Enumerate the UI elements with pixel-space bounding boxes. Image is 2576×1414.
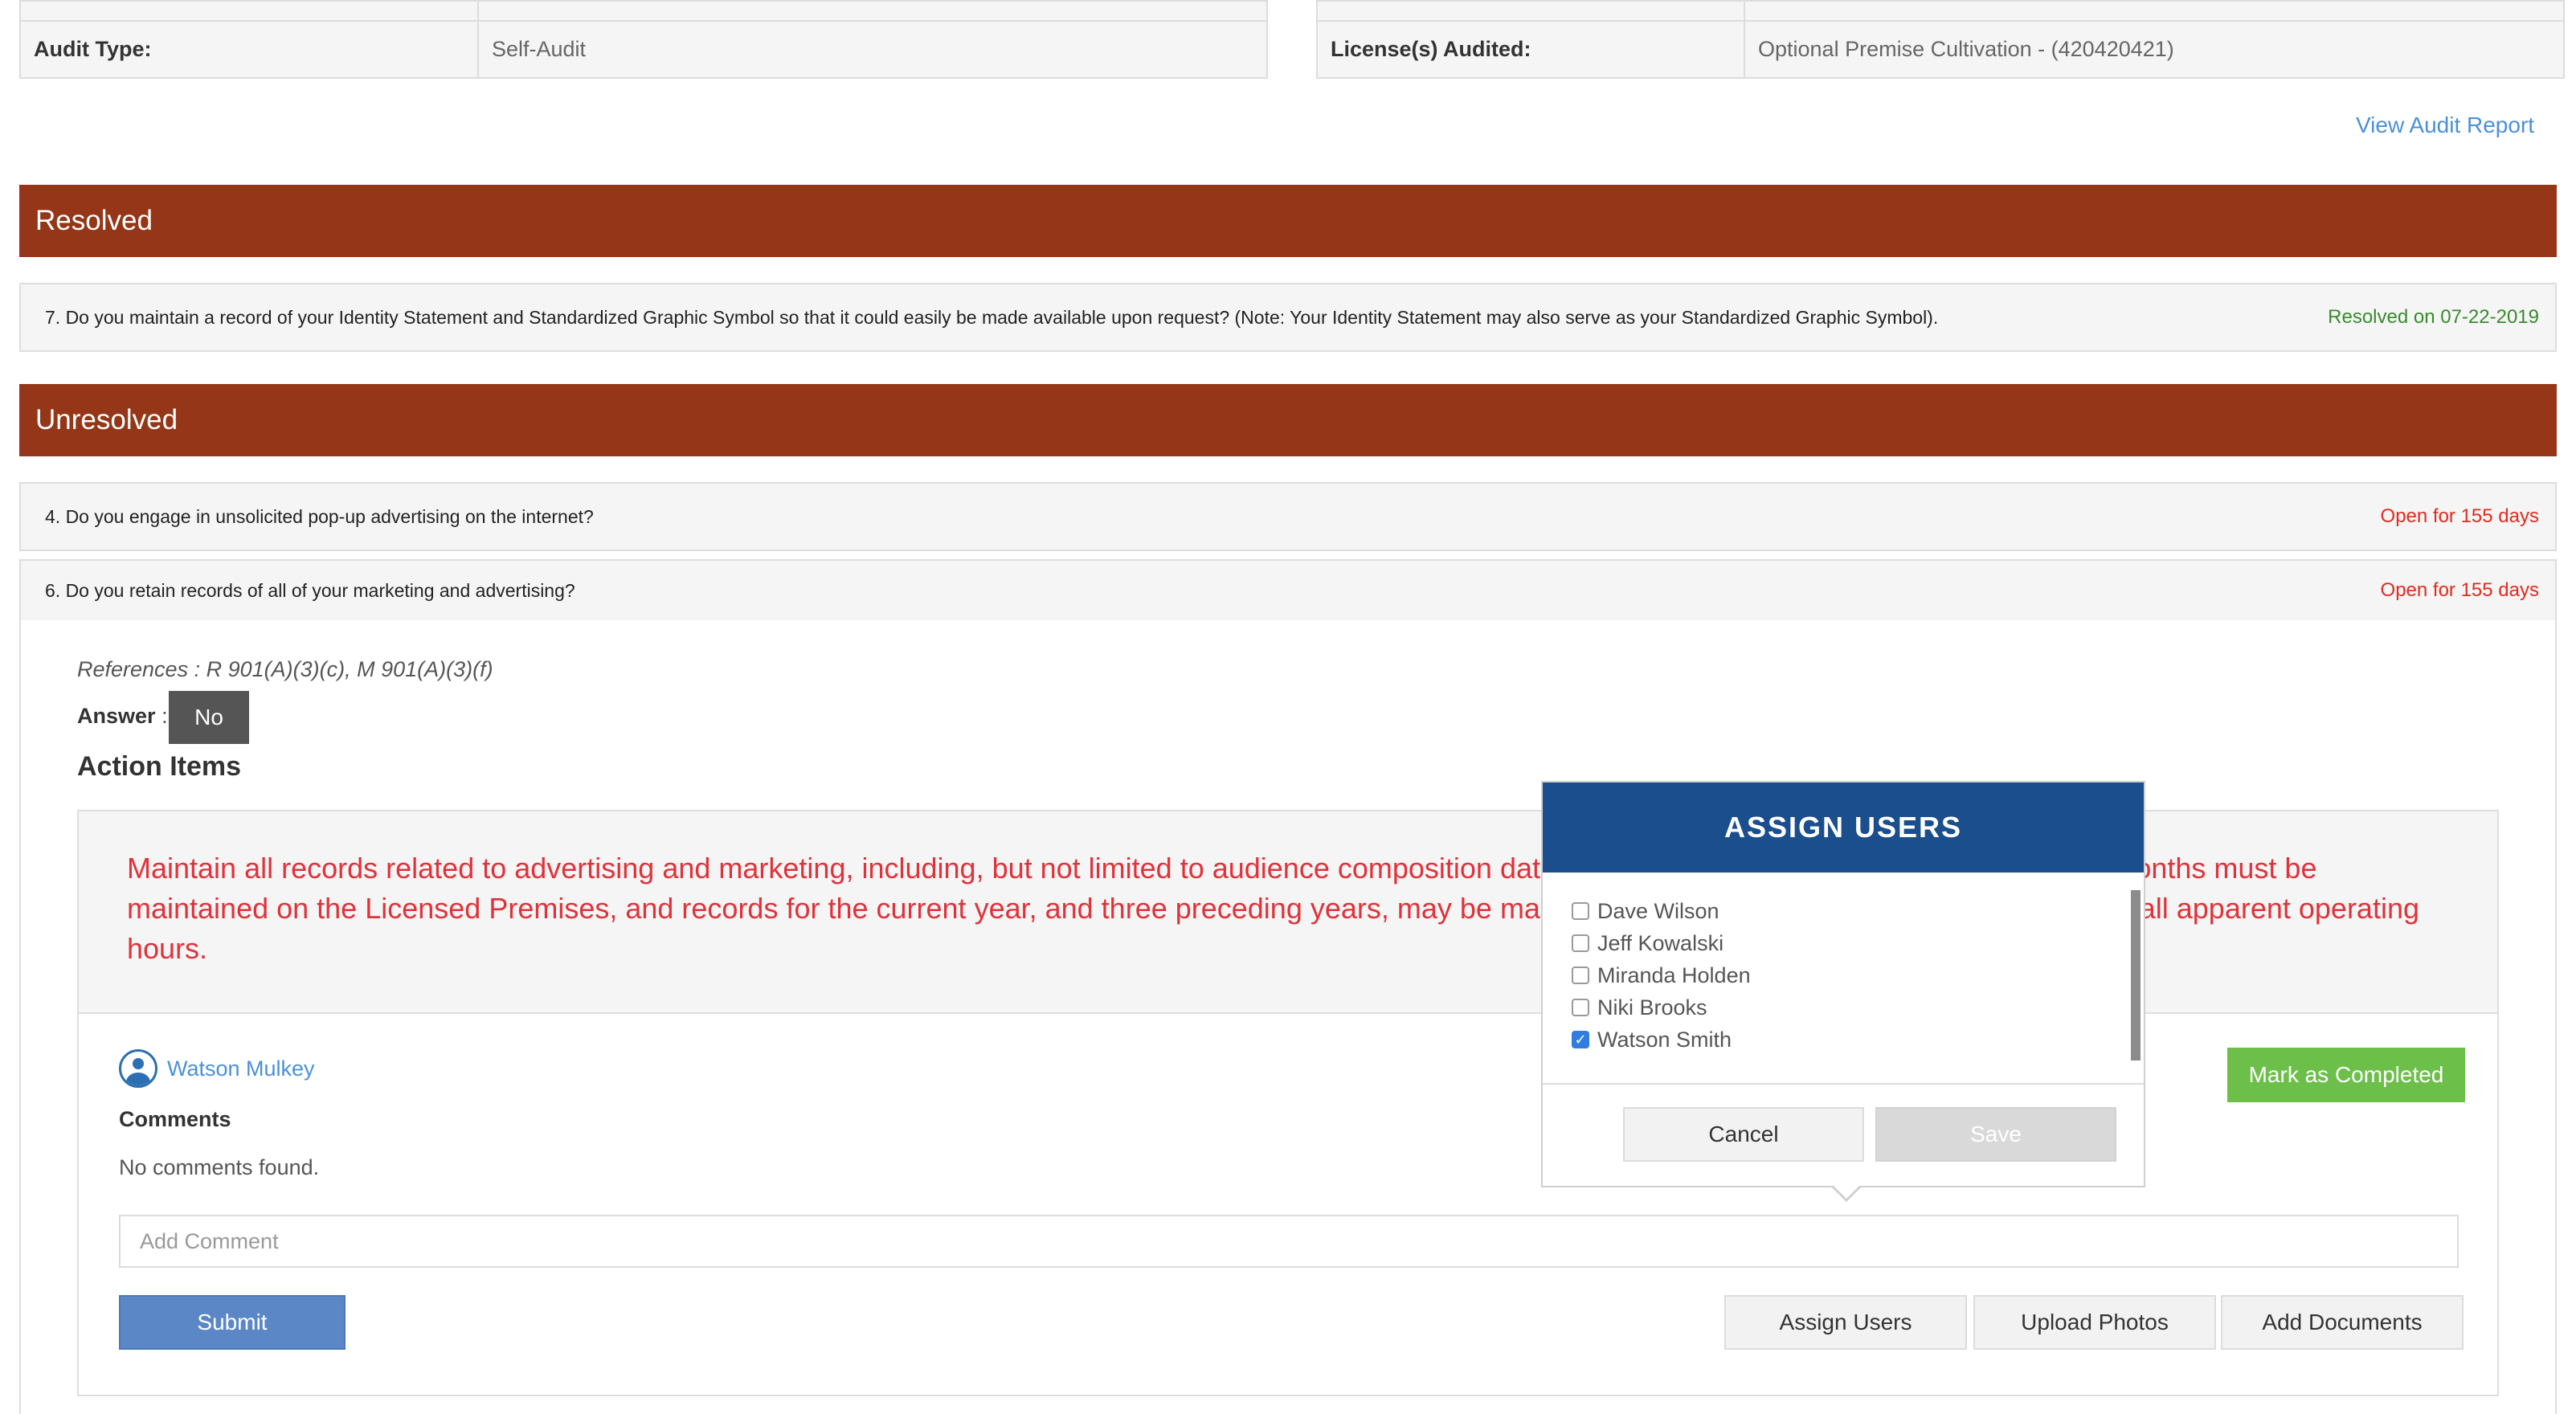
no-comments-text: No comments found. <box>119 1155 320 1179</box>
mark-as-completed-button[interactable]: Mark as Completed <box>2227 1048 2465 1102</box>
audit-type-row: Audit Type: Self-Audit <box>19 20 1268 79</box>
assign-users-popover: ASSIGN USERS Dave Wilson Jeff Kowalski M… <box>1541 781 2145 1187</box>
licenses-audited-row: License(s) Audited: Optional Premise Cul… <box>1316 20 2565 79</box>
question-row-resolved-7[interactable]: 7. Do you maintain a record of your Iden… <box>19 283 2557 352</box>
audit-type-label: Audit Type: <box>21 22 479 77</box>
audit-info-right-top-row <box>1316 0 2565 21</box>
user-option[interactable]: Niki Brooks <box>1572 991 1751 1024</box>
user-circle-icon <box>119 1049 157 1088</box>
audit-info-left: Audit Type: Self-Audit <box>19 0 1268 79</box>
assign-users-title: ASSIGN USERS <box>1543 783 2144 873</box>
checkbox-checked[interactable]: ✓ <box>1572 1031 1589 1048</box>
checkbox[interactable] <box>1572 934 1589 952</box>
unresolved-banner: Unresolved <box>19 384 2557 456</box>
resolved-banner: Resolved <box>19 185 2557 257</box>
popover-caret-inner <box>1832 1184 1861 1199</box>
user-checkbox-list: Dave Wilson Jeff Kowalski Miranda Holden… <box>1572 895 1751 1056</box>
open-status: Open for 155 days <box>2380 505 2539 527</box>
answer-value-badge: No <box>169 691 249 744</box>
submit-button[interactable]: Submit <box>119 1295 346 1350</box>
question-row-unresolved-6[interactable]: 6. Do you retain records of all of your … <box>19 559 2557 622</box>
question-text: 7. Do you maintain a record of your Iden… <box>45 306 1939 328</box>
audit-type-value: Self-Audit <box>492 37 587 62</box>
view-audit-report-link[interactable]: View Audit Report <box>2356 112 2534 138</box>
action-items-title: Action Items <box>77 751 242 782</box>
audit-info-right: License(s) Audited: Optional Premise Cul… <box>1316 0 2565 79</box>
audit-info-left-top-row <box>19 0 1268 21</box>
question-row-unresolved-4[interactable]: 4. Do you engage in unsolicited pop-up a… <box>19 482 2557 551</box>
comments-label: Comments <box>119 1107 231 1131</box>
open-status: Open for 155 days <box>2380 579 2539 601</box>
licenses-audited-value: Optional Premise Cultivation - (42042042… <box>1758 37 2174 62</box>
assigned-user-name[interactable]: Watson Mulkey <box>167 1056 315 1081</box>
assigned-user[interactable]: Watson Mulkey <box>119 1049 315 1088</box>
user-option[interactable]: Dave Wilson <box>1572 895 1751 927</box>
upload-photos-button[interactable]: Upload Photos <box>1973 1295 2216 1350</box>
checkbox[interactable] <box>1572 967 1589 984</box>
list-scrollbar[interactable] <box>2131 890 2141 1060</box>
cancel-button[interactable]: Cancel <box>1623 1107 1864 1162</box>
resolved-status: Resolved on 07-22-2019 <box>2328 306 2539 328</box>
checkbox[interactable] <box>1572 902 1589 920</box>
licenses-audited-label: License(s) Audited: <box>1318 22 1745 77</box>
modal-divider <box>1543 1083 2144 1085</box>
assign-users-button[interactable]: Assign Users <box>1724 1295 1967 1350</box>
checkbox[interactable] <box>1572 999 1589 1016</box>
answer-label: Answer : <box>77 704 168 728</box>
question-text: 6. Do you retain records of all of your … <box>45 579 575 601</box>
references-text: References : R 901(A)(3)(c), M 901(A)(3)… <box>77 657 493 681</box>
add-comment-input[interactable] <box>119 1215 2459 1268</box>
question-text: 4. Do you engage in unsolicited pop-up a… <box>45 505 594 527</box>
add-documents-button[interactable]: Add Documents <box>2221 1295 2464 1350</box>
user-option[interactable]: ✓ Watson Smith <box>1572 1024 1751 1056</box>
user-option[interactable]: Jeff Kowalski <box>1572 927 1751 959</box>
checkmark-icon: ✓ <box>1574 1031 1587 1048</box>
audit-page: Audit Type: Self-Audit License(s) Audite… <box>0 0 2576 1414</box>
user-option[interactable]: Miranda Holden <box>1572 959 1751 991</box>
save-button[interactable]: Save <box>1875 1107 2116 1162</box>
